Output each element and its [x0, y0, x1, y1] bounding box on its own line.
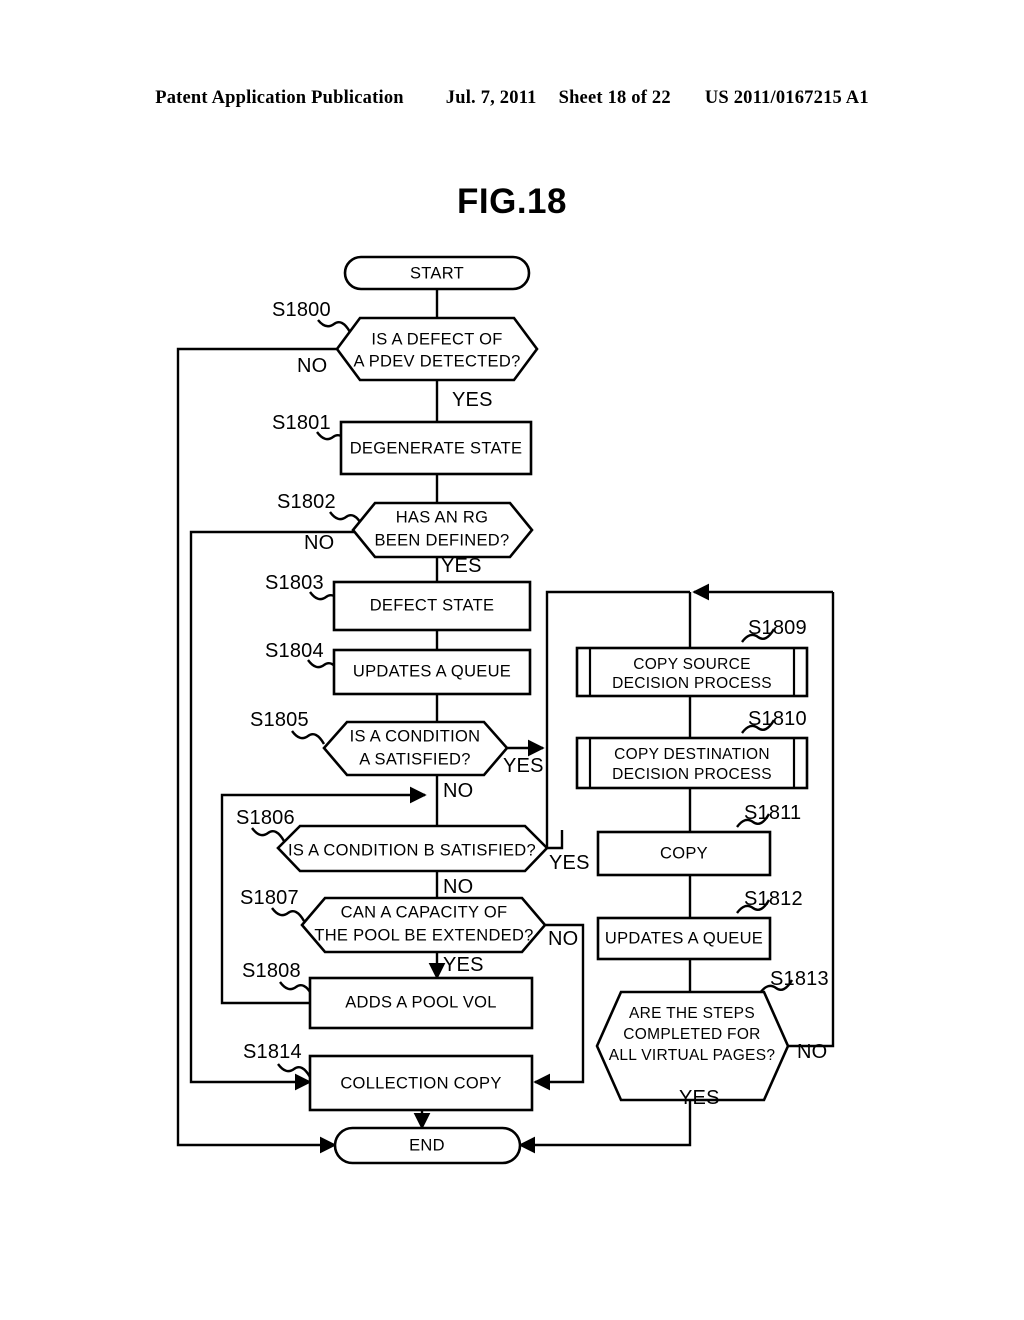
- node-s1809-line2: DECISION PROCESS: [612, 675, 772, 692]
- step-label-s1809: S1809: [748, 617, 807, 639]
- node-s1813-line2: COMPLETED FOR: [623, 1026, 760, 1043]
- node-s1802-line2: BEEN DEFINED?: [374, 531, 509, 549]
- node-s1800: IS A DEFECT OF A PDEV DETECTED?: [335, 316, 539, 382]
- branch-s1802-yes: YES: [441, 555, 482, 577]
- node-s1813-line3: ALL VIRTUAL PAGES?: [609, 1047, 776, 1064]
- leader-s1800: [317, 319, 352, 333]
- node-start: START: [343, 255, 531, 291]
- node-s1812-line1: UPDATES A QUEUE: [605, 929, 763, 947]
- step-label-s1807: S1807: [240, 887, 299, 909]
- node-s1804-line1: UPDATES A QUEUE: [353, 662, 511, 680]
- node-s1807: CAN A CAPACITY OF THE POOL BE EXTENDED?: [300, 896, 547, 954]
- node-s1803-line1: DEFECT STATE: [370, 596, 495, 614]
- node-s1809-line1: COPY SOURCE: [633, 656, 751, 673]
- node-s1813-line1: ARE THE STEPS: [629, 1005, 755, 1022]
- leader-s1805: [291, 730, 326, 745]
- node-s1814: COLLECTION COPY: [308, 1054, 534, 1112]
- node-s1803: DEFECT STATE: [332, 580, 532, 632]
- step-label-s1802: S1802: [277, 491, 336, 513]
- node-s1810: COPY DESTINATION DECISION PROCESS: [575, 736, 809, 790]
- node-s1809: COPY SOURCE DECISION PROCESS: [575, 646, 809, 698]
- node-s1808: ADDS A POOL VOL: [308, 976, 534, 1030]
- node-s1802: HAS AN RG BEEN DEFINED?: [351, 501, 534, 559]
- branch-s1800-yes: YES: [452, 389, 493, 411]
- step-label-s1810: S1810: [748, 708, 807, 730]
- node-s1812: UPDATES A QUEUE: [596, 916, 772, 961]
- node-s1810-line1: COPY DESTINATION: [614, 746, 770, 763]
- node-s1810-line2: DECISION PROCESS: [612, 766, 772, 783]
- step-label-s1812: S1812: [744, 888, 803, 910]
- patent-figure-page: Patent Application Publication Jul. 7, 20…: [0, 0, 1024, 1320]
- node-s1807-line1: CAN A CAPACITY OF: [341, 903, 508, 921]
- step-label-s1808: S1808: [242, 960, 301, 982]
- leader-s1807: [271, 907, 306, 922]
- branch-s1802-no: NO: [304, 532, 334, 554]
- edge-s1813-yes-to-end: [518, 1100, 692, 1154]
- node-s1801: DEGENERATE STATE: [339, 420, 533, 476]
- leader-s1806: [251, 827, 286, 842]
- node-s1811-line1: COPY: [660, 844, 708, 862]
- step-label-s1803: S1803: [265, 572, 324, 594]
- node-s1805-line2: A SATISFIED?: [359, 750, 471, 768]
- node-s1800-line2: A PDEV DETECTED?: [353, 352, 520, 370]
- leader-s1814: [277, 1063, 312, 1078]
- node-s1806-line1: IS A CONDITION B SATISFIED?: [288, 841, 536, 859]
- step-label-s1806: S1806: [236, 807, 295, 829]
- step-label-s1811: S1811: [744, 802, 801, 824]
- node-s1814-line1: COLLECTION COPY: [340, 1074, 501, 1092]
- step-label-s1814: S1814: [243, 1041, 302, 1063]
- step-label-s1805: S1805: [250, 709, 309, 731]
- leader-s1808: [279, 981, 314, 996]
- node-s1801-line1: DEGENERATE STATE: [350, 439, 523, 457]
- node-s1813: ARE THE STEPS COMPLETED FOR ALL VIRTUAL …: [595, 990, 790, 1102]
- node-s1806: IS A CONDITION B SATISFIED?: [276, 824, 549, 873]
- node-end-label: END: [409, 1136, 445, 1154]
- branch-s1807-no: NO: [548, 928, 578, 950]
- branch-s1805-yes: YES: [503, 755, 544, 777]
- step-label-s1813: S1813: [770, 968, 829, 990]
- branch-s1813-yes: YES: [679, 1087, 720, 1109]
- node-s1811: COPY: [596, 830, 772, 877]
- branch-s1805-no: NO: [443, 780, 473, 802]
- branch-s1800-no: NO: [297, 355, 327, 377]
- node-s1804: UPDATES A QUEUE: [332, 648, 532, 696]
- node-s1807-line2: THE POOL BE EXTENDED?: [314, 926, 533, 944]
- step-label-s1800: S1800: [272, 299, 331, 321]
- node-start-label: START: [410, 264, 464, 282]
- node-end: END: [333, 1126, 522, 1165]
- node-s1805: IS A CONDITION A SATISFIED?: [322, 720, 509, 777]
- node-s1800-line1: IS A DEFECT OF: [371, 330, 502, 348]
- branch-s1807-yes: YES: [443, 954, 484, 976]
- branch-s1813-no: NO: [797, 1041, 827, 1063]
- step-label-s1801: S1801: [272, 412, 331, 434]
- branch-s1806-yes: YES: [549, 852, 590, 874]
- node-s1802-line1: HAS AN RG: [396, 508, 489, 526]
- branch-s1806-no: NO: [443, 876, 473, 898]
- edge-right-riser: [545, 590, 690, 848]
- node-s1805-line1: IS A CONDITION: [350, 727, 481, 745]
- step-label-s1804: S1804: [265, 640, 324, 662]
- node-s1808-line1: ADDS A POOL VOL: [345, 993, 497, 1011]
- flowchart-canvas: START IS A DEFECT OF A PDEV DETECTED? S1…: [176, 255, 835, 1165]
